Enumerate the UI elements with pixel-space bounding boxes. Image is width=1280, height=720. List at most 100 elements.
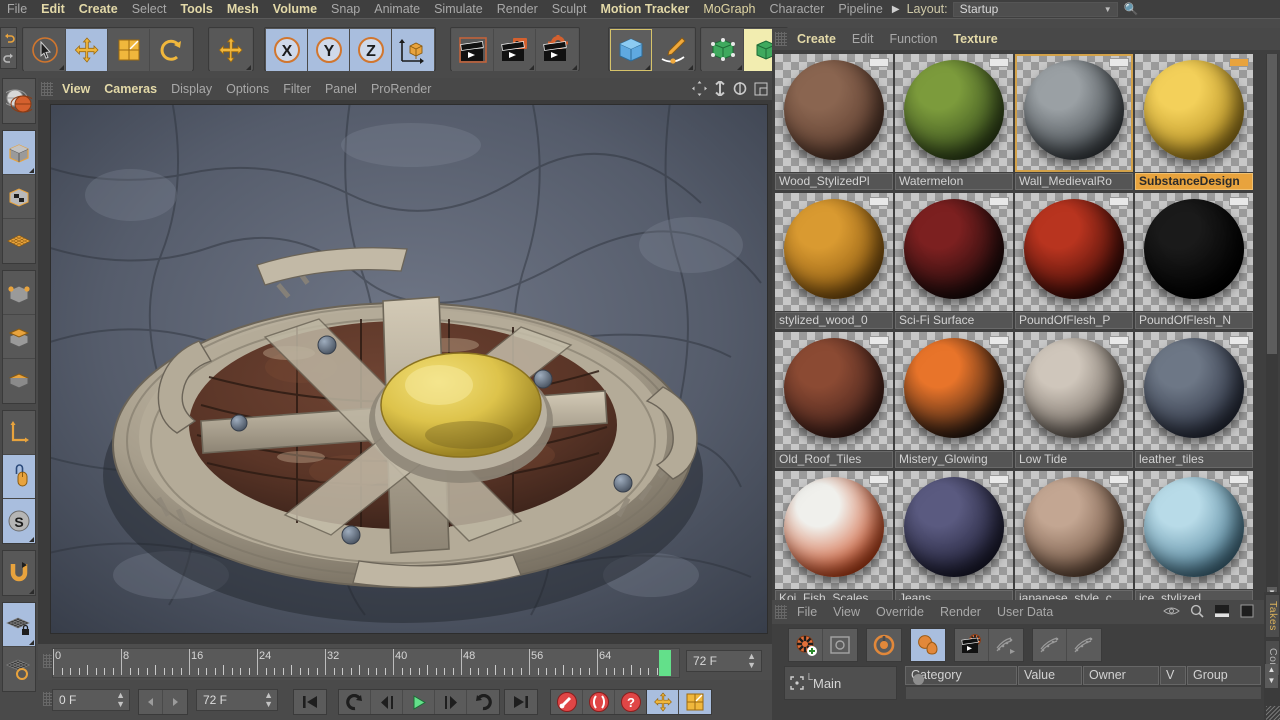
viewport-solo-button[interactable] bbox=[3, 455, 35, 499]
material-tag-icon[interactable] bbox=[869, 336, 889, 345]
viewport-menu-filter[interactable]: Filter bbox=[276, 78, 318, 100]
layout-vertical-icon[interactable] bbox=[1240, 604, 1254, 621]
resize-grip-icon[interactable] bbox=[1266, 706, 1280, 720]
take-active-dot[interactable] bbox=[913, 674, 924, 685]
viewport-menu-cameras[interactable]: Cameras bbox=[97, 78, 164, 100]
undo-icon[interactable] bbox=[0, 27, 17, 48]
go-to-start-button[interactable] bbox=[294, 690, 326, 714]
material-item[interactable]: Jeans bbox=[895, 471, 1013, 608]
material-name[interactable]: Wall_MedievalRo bbox=[1015, 173, 1133, 190]
menu-item-mograph[interactable]: MoGraph bbox=[696, 0, 762, 18]
menu-item-edit[interactable]: Edit bbox=[34, 0, 72, 18]
material-name[interactable]: Mistery_Glowing bbox=[895, 451, 1013, 468]
menu-item-motion-tracker[interactable]: Motion Tracker bbox=[593, 0, 696, 18]
panel-grip-icon[interactable] bbox=[41, 82, 53, 96]
workplane-lock-button[interactable] bbox=[3, 603, 35, 647]
material-tag-icon[interactable] bbox=[1109, 58, 1129, 67]
go-to-end-button[interactable] bbox=[505, 690, 537, 714]
take-menu-view[interactable]: View bbox=[825, 600, 868, 624]
record-keyframe-button[interactable] bbox=[551, 690, 583, 714]
material-thumbnail[interactable] bbox=[1135, 471, 1253, 589]
material-tag-icon[interactable] bbox=[989, 475, 1009, 484]
material-thumbnail[interactable] bbox=[895, 332, 1013, 450]
material-name[interactable]: Sci-Fi Surface bbox=[895, 312, 1013, 329]
material-item[interactable]: japanese_style_c bbox=[1015, 471, 1133, 608]
side-spinner[interactable]: ▲ ▼ bbox=[1265, 664, 1278, 688]
add-take-button[interactable] bbox=[789, 629, 823, 661]
material-item[interactable]: ice_stylized bbox=[1135, 471, 1253, 608]
render-view-button[interactable] bbox=[452, 29, 494, 71]
material-item[interactable]: SubstanceDesign bbox=[1135, 54, 1253, 191]
viewport-3d-canvas[interactable] bbox=[50, 104, 768, 634]
tab-takes[interactable]: Takes bbox=[1265, 594, 1280, 638]
override-group-3-button[interactable] bbox=[1067, 629, 1101, 661]
material-thumbnail[interactable] bbox=[1015, 332, 1133, 450]
move-tool-button[interactable] bbox=[66, 29, 108, 71]
polygon-mode-button[interactable] bbox=[3, 271, 35, 315]
material-item[interactable]: Sci-Fi Surface bbox=[895, 193, 1013, 330]
material-item[interactable]: PoundOfFlesh_N bbox=[1135, 193, 1253, 330]
override-group-1-button[interactable] bbox=[989, 629, 1023, 661]
render-settings-button[interactable] bbox=[536, 29, 578, 71]
material-name[interactable]: PoundOfFlesh_P bbox=[1015, 312, 1133, 329]
column-header-value[interactable]: Value bbox=[1018, 666, 1082, 685]
material-tag-icon[interactable] bbox=[1229, 197, 1249, 206]
spinner-icon[interactable]: ▲ ▼ bbox=[264, 691, 273, 709]
transform-object-button[interactable] bbox=[3, 79, 35, 123]
material-item[interactable]: Mistery_Glowing bbox=[895, 332, 1013, 469]
material-item[interactable]: Old_Roof_Tiles bbox=[775, 332, 893, 469]
material-thumbnail[interactable] bbox=[775, 332, 893, 450]
material-menu-edit[interactable]: Edit bbox=[844, 28, 882, 50]
material-item[interactable]: Wall_MedievalRo bbox=[1015, 54, 1133, 191]
material-name[interactable]: stylized_wood_0 bbox=[775, 312, 893, 329]
move-axis-button[interactable] bbox=[210, 29, 252, 71]
auto-take-button[interactable] bbox=[867, 629, 901, 661]
material-thumbnail[interactable] bbox=[775, 54, 893, 172]
material-name[interactable]: Low Tide bbox=[1015, 451, 1133, 468]
menu-item-render[interactable]: Render bbox=[490, 0, 545, 18]
material-tag-icon[interactable] bbox=[869, 197, 889, 206]
material-item[interactable]: Koi_Fish_Scales bbox=[775, 471, 893, 608]
redo-icon[interactable] bbox=[0, 48, 17, 69]
material-tag-icon[interactable] bbox=[1109, 197, 1129, 206]
material-name[interactable]: PoundOfFlesh_N bbox=[1135, 312, 1253, 329]
material-thumbnail[interactable] bbox=[895, 54, 1013, 172]
spinner-icon[interactable]: ▲ ▼ bbox=[116, 691, 125, 709]
panel-grip-icon[interactable] bbox=[775, 605, 787, 619]
menu-item-animate[interactable]: Animate bbox=[367, 0, 427, 18]
autokeying-button[interactable] bbox=[583, 690, 615, 714]
material-item[interactable]: PoundOfFlesh_P bbox=[1015, 193, 1133, 330]
material-item[interactable]: stylized_wood_0 bbox=[775, 193, 893, 330]
panel-grip-icon[interactable] bbox=[775, 32, 787, 46]
viewport-menu-display[interactable]: Display bbox=[164, 78, 219, 100]
take-menu-override[interactable]: Override bbox=[868, 600, 932, 624]
menu-item-pipeline[interactable]: Pipeline bbox=[831, 0, 889, 18]
menu-item-sculpt[interactable]: Sculpt bbox=[545, 0, 594, 18]
step-forward-button[interactable] bbox=[163, 690, 187, 714]
play-backwards-loop-button[interactable] bbox=[339, 690, 371, 714]
material-tag-icon[interactable] bbox=[989, 197, 1009, 206]
edge-mode-button[interactable] bbox=[3, 315, 35, 359]
material-thumbnail[interactable] bbox=[1135, 54, 1253, 172]
y-axis-button[interactable]: Y bbox=[308, 29, 350, 71]
material-thumbnail[interactable] bbox=[1015, 54, 1133, 172]
snap-toggle-button[interactable]: S bbox=[3, 499, 35, 543]
material-scrollbar[interactable]: ▼ bbox=[1266, 54, 1278, 599]
column-header-owner[interactable]: Owner bbox=[1083, 666, 1159, 685]
material-tag-icon[interactable] bbox=[869, 58, 889, 67]
play-forward-button[interactable] bbox=[403, 690, 435, 714]
rotate-view-icon[interactable] bbox=[733, 81, 747, 99]
material-item[interactable]: Low Tide bbox=[1015, 332, 1133, 469]
set-as-main-take-button[interactable] bbox=[911, 629, 945, 661]
material-tag-icon[interactable] bbox=[1229, 336, 1249, 345]
override-group-2-button[interactable] bbox=[1033, 629, 1067, 661]
magnet-button[interactable] bbox=[3, 551, 35, 595]
z-axis-button[interactable]: Z bbox=[350, 29, 392, 71]
viewport-menu-prorender[interactable]: ProRender bbox=[364, 78, 438, 100]
material-tag-icon[interactable] bbox=[989, 336, 1009, 345]
texture-mode-button[interactable] bbox=[3, 175, 35, 219]
material-name[interactable]: Watermelon bbox=[895, 173, 1013, 190]
material-tag-icon[interactable] bbox=[989, 58, 1009, 67]
take-menu-user-data[interactable]: User Data bbox=[989, 600, 1061, 624]
step-back-button[interactable] bbox=[139, 690, 163, 714]
